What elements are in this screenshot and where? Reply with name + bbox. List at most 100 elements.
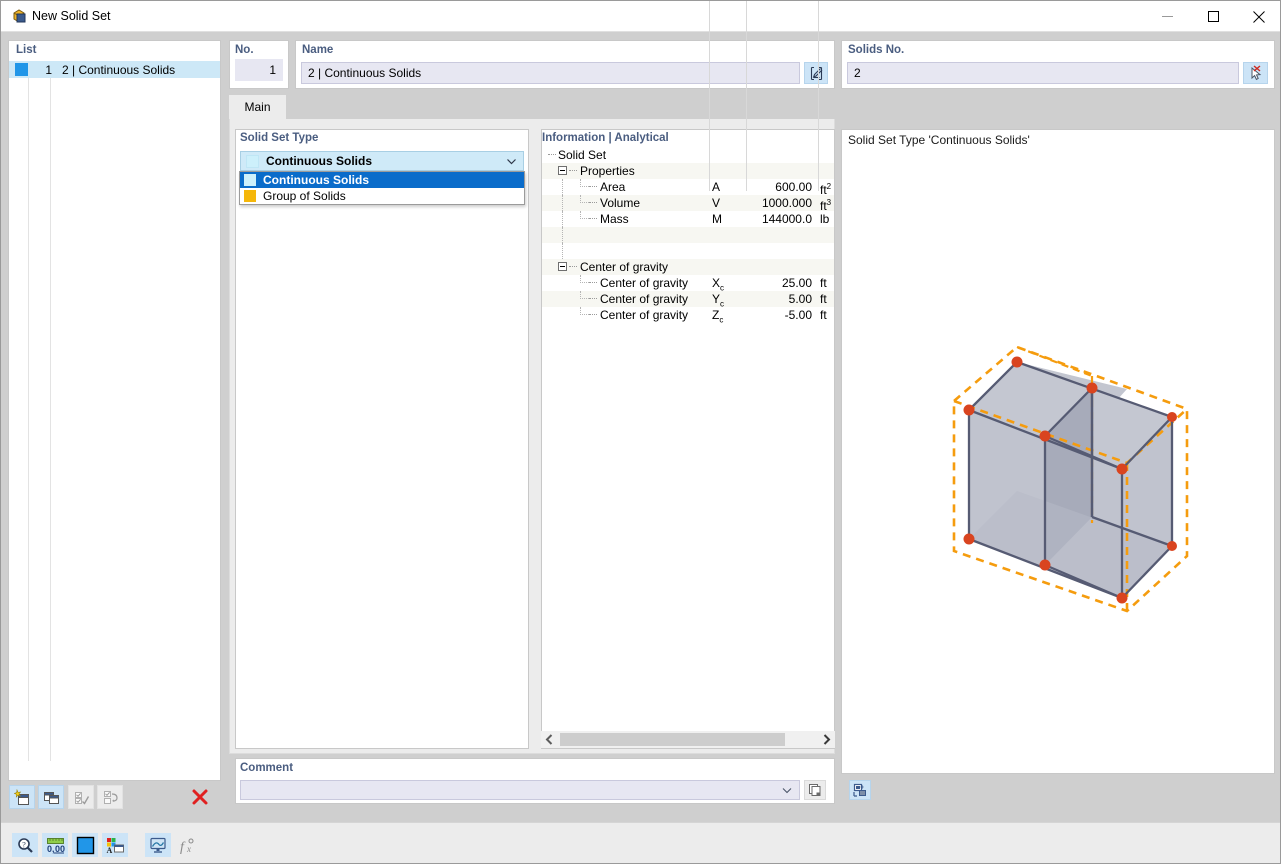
list-item-number: 1 (28, 63, 56, 77)
view-tool-button[interactable] (145, 833, 171, 857)
maximize-button[interactable] (1190, 1, 1236, 32)
tree-row[interactable]: Properties (542, 163, 834, 179)
splitter-grip[interactable] (535, 429, 538, 469)
list-item-label: 2 | Continuous Solids (56, 63, 175, 77)
tree-value: -5.00 (742, 307, 812, 323)
solid-set-type-swatch (246, 155, 259, 168)
tree-unit: lb (820, 211, 829, 227)
solid-set-type-value: Continuous Solids (259, 154, 372, 168)
tree-column-separator-1 (709, 1, 710, 191)
tab-main[interactable]: Main (229, 95, 286, 119)
check-all-button[interactable] (68, 785, 94, 809)
svg-text:x: x (186, 844, 191, 854)
close-button[interactable] (1236, 1, 1281, 32)
scroll-right-arrow-icon[interactable] (818, 731, 835, 748)
solid-set-type-combobox[interactable]: Continuous Solids (240, 151, 524, 171)
edit-pencil-icon[interactable] (804, 62, 828, 84)
tree-symbol: M (712, 211, 742, 227)
tree-spacer-row (542, 227, 834, 243)
svg-text:0,: 0, (47, 844, 55, 854)
pick-cursor-icon[interactable] (1243, 62, 1268, 84)
scrollbar-thumb[interactable] (560, 733, 785, 746)
tree-label: Center of gravity (600, 307, 688, 323)
delete-item-button[interactable] (187, 785, 213, 809)
tree-row[interactable]: Center of gravity (542, 259, 834, 275)
number-panel-label: No. (235, 44, 254, 56)
copy-icon[interactable] (804, 780, 826, 800)
name-panel-label: Name (302, 44, 333, 56)
option-color-swatch (244, 174, 256, 186)
new-solid-set-dialog: New Solid Set List 1 2 | Continuous Soli… (0, 0, 1281, 864)
units-tool-button[interactable]: 0, 00 (42, 833, 68, 857)
tree-column-separator-3 (818, 1, 819, 191)
tab-strip: Main (229, 95, 835, 119)
tree-row[interactable]: Center of gravity Xc 25.00 ft (542, 275, 834, 291)
tree-unit: ft (820, 291, 827, 307)
copy-item-button[interactable] (38, 785, 64, 809)
solid-set-type-label: Solid Set Type (240, 132, 318, 144)
window-title: New Solid Set (32, 8, 111, 24)
chevron-down-icon[interactable] (506, 156, 517, 170)
option-label: Group of Solids (256, 189, 346, 203)
list-panel (8, 40, 221, 781)
collapse-expander-icon[interactable] (558, 166, 567, 175)
tree-value: 25.00 (742, 275, 812, 291)
titlebar: New Solid Set (1, 1, 1280, 32)
tree-unit: ft (820, 275, 827, 291)
list-toolbar (9, 785, 220, 815)
tree-value: 1000.000 (742, 195, 812, 211)
text-style-tool-button[interactable]: A (102, 833, 128, 857)
tree-label: Center of gravity (600, 291, 688, 307)
tree-column-separator-2 (746, 1, 747, 191)
formula-tool-button[interactable]: f x (175, 833, 201, 857)
tree-label: Mass (600, 211, 629, 227)
information-horizontal-scrollbar[interactable] (541, 731, 835, 748)
tree-row[interactable]: Center of gravity Zc -5.00 ft (542, 307, 834, 323)
solids-no-label: Solids No. (848, 44, 904, 56)
new-item-button[interactable] (9, 785, 35, 809)
vertical-splitter[interactable] (533, 129, 541, 749)
tree-row[interactable]: Center of gravity Yc 5.00 ft (542, 291, 834, 307)
information-analytical-label: Information | Analytical (542, 132, 669, 144)
collapse-expander-icon[interactable] (558, 262, 567, 271)
scroll-left-arrow-icon[interactable] (541, 731, 558, 748)
tree-symbol: A (712, 179, 742, 195)
list-column-divider-2 (50, 61, 51, 761)
minimize-button[interactable] (1144, 1, 1190, 32)
information-tree[interactable]: Solid Set Properties Area A 600.00 ft2 V… (542, 147, 834, 729)
solid-set-icon (11, 8, 27, 24)
graphic-title: Solid Set Type 'Continuous Solids' (848, 133, 1030, 147)
tree-label: Volume (600, 195, 640, 211)
solid-set-type-panel (235, 129, 529, 749)
tab-main-label: Main (244, 100, 270, 114)
tree-label: Center of gravity (580, 259, 668, 275)
list-item[interactable]: 1 2 | Continuous Solids (9, 61, 220, 78)
tree-row[interactable]: Solid Set (542, 147, 834, 163)
comment-label: Comment (240, 762, 293, 774)
tree-label: Center of gravity (600, 275, 688, 291)
chevron-down-icon[interactable] (781, 784, 793, 799)
list-item-color-swatch (15, 63, 28, 76)
dropdown-option-group-of-solids[interactable]: Group of Solids (240, 188, 524, 204)
tree-row[interactable]: Area A 600.00 ft2 (542, 179, 834, 195)
invert-selection-button[interactable] (97, 785, 123, 809)
color-tool-button[interactable] (72, 833, 98, 857)
comment-combobox[interactable] (240, 780, 800, 800)
tree-value: 144000.0 (742, 211, 812, 227)
solid-set-3d-preview[interactable] (842, 151, 1274, 751)
tree-row[interactable]: Volume V 1000.000 ft3 (542, 195, 834, 211)
tree-label: Properties (580, 163, 635, 179)
tree-label: Area (600, 179, 625, 195)
number-field[interactable]: 1 (235, 59, 283, 81)
solid-set-type-dropdown-list[interactable]: Continuous Solids Group of Solids (239, 171, 525, 205)
svg-text:f: f (180, 840, 186, 854)
name-input[interactable]: 2 | Continuous Solids (301, 62, 800, 84)
solids-no-input[interactable]: 2 (847, 62, 1239, 84)
tree-row[interactable]: Mass M 144000.0 lb (542, 211, 834, 227)
render-settings-icon[interactable] (849, 780, 871, 800)
tree-spacer-row (542, 243, 834, 259)
dropdown-option-continuous-solids[interactable]: Continuous Solids (240, 172, 524, 188)
list-column-divider-1 (28, 61, 29, 761)
tree-symbol: Zc (712, 307, 742, 328)
info-tool-button[interactable]: ? (12, 833, 38, 857)
